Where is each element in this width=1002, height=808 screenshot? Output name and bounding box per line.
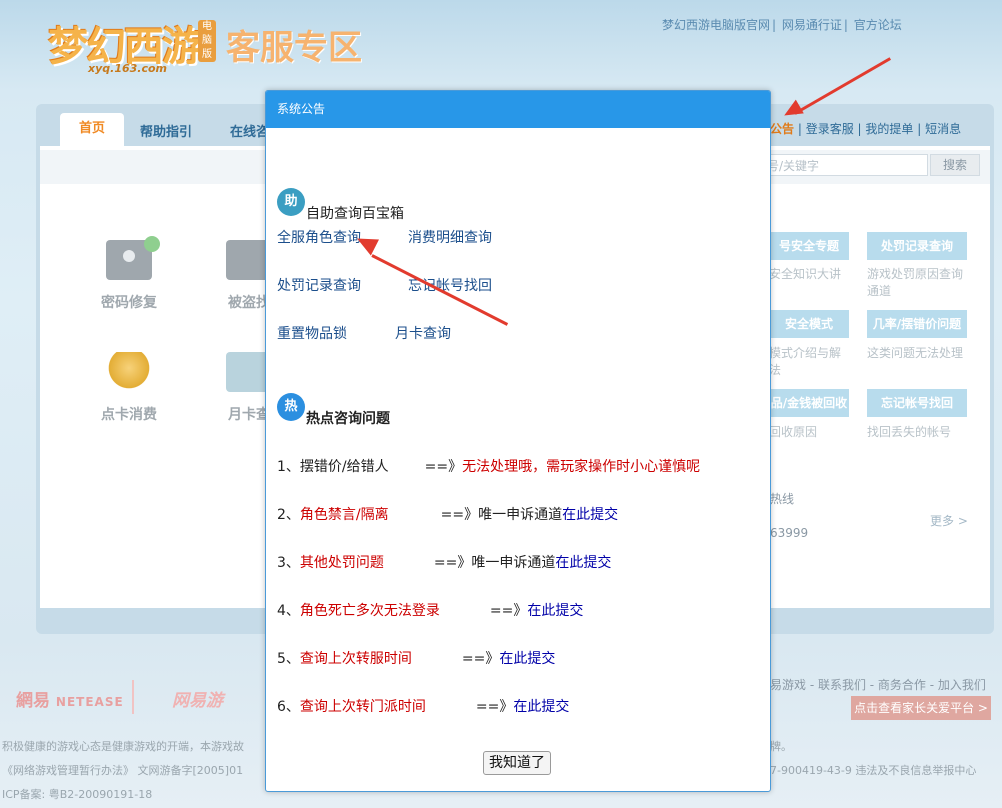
faq-item-4: 4、角色死亡多次无法登录 ==》在此提交 <box>277 600 583 620</box>
netease-logo-en: NETEASE <box>55 695 124 709</box>
footer-line-3: ICP备案: 粤B2-20090191-18 <box>2 788 153 801</box>
footer-divider <box>132 680 134 714</box>
faq-answer: 唯一申诉通道 <box>478 507 563 523</box>
search-button[interactable]: 搜索 <box>930 154 980 176</box>
faq-number: 6、 <box>277 699 300 715</box>
faq-arrow: ==》 <box>424 459 463 475</box>
hot-section-title: 热点咨询问题 <box>306 411 390 427</box>
faq-submit-link[interactable]: 在此提交 <box>499 651 555 667</box>
pill-safe-mode[interactable]: 安全模式 <box>769 310 849 338</box>
link-consumption-query[interactable]: 消费明细查询 <box>408 227 492 247</box>
link-my-tickets[interactable]: 我的提单 <box>865 122 913 136</box>
faq-question: 查询上次转服时间 <box>299 651 412 667</box>
link-login-service[interactable]: 登录客服 <box>806 122 854 136</box>
link-penalty-record-query[interactable]: 处罚记录查询 <box>277 275 361 295</box>
hotline-number: 63999 <box>770 526 809 540</box>
service-label: 密码修复 <box>101 295 157 311</box>
faq-item-5: 5、查询上次转服时间 ==》在此提交 <box>277 648 555 668</box>
service-label: 被盗找 <box>228 295 270 311</box>
faq-submit-link[interactable]: 在此提交 <box>555 555 611 571</box>
footer-line-2: 《网络游戏管理暂行办法》 文网游备字[2005]01 <box>2 764 244 777</box>
faq-number: 3、 <box>277 555 300 571</box>
netease-logo-cn: 網易 <box>16 691 50 711</box>
parental-platform-button[interactable]: 点击查看家长关爱平台 > <box>851 696 991 720</box>
hotline-label: 热线 <box>770 492 795 506</box>
faq-answer: 唯一申诉通道 <box>471 555 556 571</box>
pill-mispricing-desc: 这类问题无法处理 <box>867 346 964 360</box>
top-link-official[interactable]: 梦幻西游电脑版官网 <box>662 18 770 32</box>
logo-badge: 电脑版 <box>198 20 216 62</box>
top-links: 梦幻西游电脑版官网 | 网易通行证 | 官方论坛 <box>662 18 902 32</box>
faq-item-3: 3、其他处罚问题 ==》唯一申诉通道在此提交 <box>277 552 611 572</box>
service-password-repair[interactable]: 密码修复 <box>96 236 162 312</box>
coins-icon <box>106 352 152 392</box>
faq-question: 角色禁言/隔离 <box>299 507 389 523</box>
netease-logo: 網易 NETEASE <box>16 686 124 711</box>
faq-arrow: ==》 <box>489 603 528 619</box>
faq-item-6: 6、查询上次转门派时间 ==》在此提交 <box>277 696 569 716</box>
faq-number: 4、 <box>277 603 300 619</box>
faq-item-1: 1、摆错价/给错人 ==》无法处理哦，需玩家操作时小心谨慎呢 <box>277 456 700 476</box>
pill-mispricing[interactable]: 几率/摆错价问题 <box>867 310 967 338</box>
tab-home[interactable]: 首页 <box>60 113 124 147</box>
pill-forgot-account-desc: 找回丢失的帐号 <box>867 425 952 439</box>
service-label: 月卡查 <box>228 407 270 423</box>
service-point-card[interactable]: 点卡消费 <box>96 352 162 424</box>
tab-online[interactable]: 在线咨 <box>230 121 269 140</box>
faq-question: 查询上次转门派时间 <box>299 699 426 715</box>
faq-arrow: ==》 <box>433 555 472 571</box>
faq-answer: 无法处理哦，需玩家操作时小心谨慎呢 <box>462 459 701 475</box>
faq-item-2: 2、角色禁言/隔离 ==》唯一申诉通道在此提交 <box>277 504 618 524</box>
pill-account-security[interactable]: 号安全专题 <box>769 232 849 260</box>
footer-line-1: 积极健康的游戏心态是健康游戏的开端，本游戏故 <box>2 740 244 753</box>
faq-number: 5、 <box>277 651 300 667</box>
hot-badge-icon: 热 <box>277 393 305 421</box>
link-notice[interactable]: 公告 <box>770 122 794 136</box>
faq-arrow: ==》 <box>440 507 479 523</box>
footer-line-1-right: 牌。 <box>770 740 792 753</box>
help-badge-icon: 助 <box>277 188 305 216</box>
site-title: 客服专区 <box>226 28 362 68</box>
faq-submit-link[interactable]: 在此提交 <box>513 699 569 715</box>
link-all-server-role-query[interactable]: 全服角色查询 <box>277 227 361 247</box>
faq-number: 2、 <box>277 507 300 523</box>
faq-question: 其他处罚问题 <box>299 555 384 571</box>
user-links: 公告 | 登录客服 | 我的提单 | 短消息 <box>770 122 962 136</box>
pill-account-security-desc: 安全知识大讲 <box>769 267 842 281</box>
pill-forgot-account[interactable]: 忘记帐号找回 <box>867 389 967 417</box>
faq-arrow: ==》 <box>475 699 514 715</box>
help-section-title: 自助查询百宝箱 <box>306 206 404 222</box>
link-month-card-query[interactable]: 月卡查询 <box>395 323 451 343</box>
dialog-title: 系统公告 <box>266 91 770 128</box>
faq-submit-link[interactable]: 在此提交 <box>562 507 618 523</box>
pill-safe-mode-desc: 模式介绍与解法 <box>769 346 842 377</box>
faq-question: 摆错价/给错人 <box>299 459 389 475</box>
lock-icon <box>106 236 160 280</box>
system-notice-dialog: 系统公告 助 自助查询百宝箱 全服角色查询 消费明细查询 处罚记录查询 忘记帐号… <box>265 90 771 792</box>
faq-submit-link[interactable]: 在此提交 <box>527 603 583 619</box>
acknowledge-button[interactable]: 我知道了 <box>483 751 551 775</box>
service-label: 点卡消费 <box>101 407 157 423</box>
netease-games-logo: 网易游 <box>172 691 223 711</box>
top-link-passport[interactable]: 网易通行证 <box>782 18 842 32</box>
faq-arrow: ==》 <box>461 651 500 667</box>
game-logo-url: xyq.163.com <box>88 62 167 75</box>
pill-item-recovery[interactable]: 品/金钱被回收 <box>769 389 849 417</box>
more-link[interactable]: 更多 > <box>930 512 968 529</box>
footer-line-2-right: 7-900419-43-9 违法及不良信息举报中心 <box>770 764 977 777</box>
search-input[interactable]: 号/关键字 <box>760 154 928 176</box>
faq-question: 角色死亡多次无法登录 <box>299 603 440 619</box>
faq-number: 1、 <box>277 459 300 475</box>
link-messages[interactable]: 短消息 <box>925 122 961 136</box>
tab-help[interactable]: 帮助指引 <box>140 121 192 140</box>
pill-penalty-query-desc: 游戏处罚原因查询通道 <box>867 267 964 298</box>
footer-links[interactable]: 易游戏 - 联系我们 - 商务合作 - 加入我们 <box>770 676 986 693</box>
top-link-forum[interactable]: 官方论坛 <box>854 18 902 32</box>
link-reset-item-lock[interactable]: 重置物品锁 <box>277 323 347 343</box>
pill-item-recovery-desc: 回收原因 <box>769 425 818 439</box>
pill-penalty-query[interactable]: 处罚记录查询 <box>867 232 967 260</box>
